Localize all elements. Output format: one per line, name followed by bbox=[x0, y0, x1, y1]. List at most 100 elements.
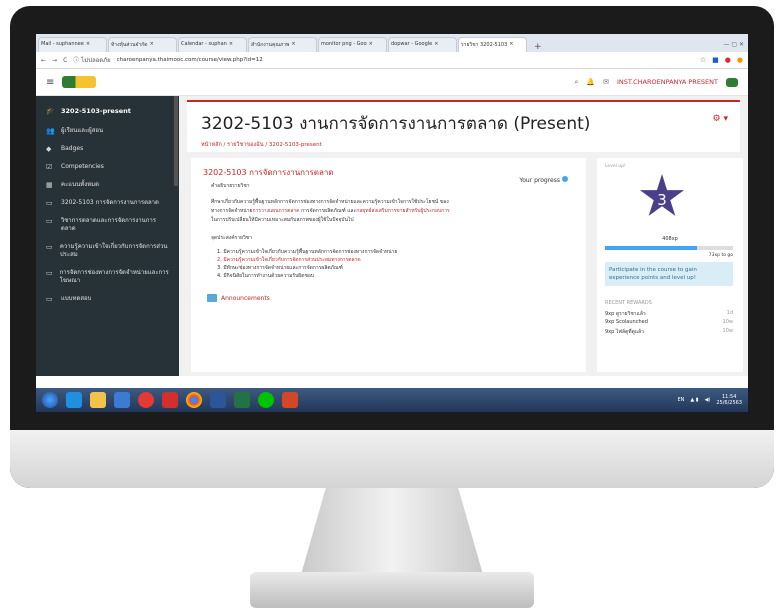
list-item: 4. มีกิจนิสัยในการทำงานด้วยความรับผิดชอบ bbox=[217, 273, 315, 279]
browser-tab[interactable]: สำนักงานคุณภาพ × bbox=[248, 37, 317, 52]
menu-dots-icon[interactable]: ● bbox=[737, 56, 743, 64]
tab-label: Calendar - suphan bbox=[181, 41, 227, 47]
browser-tab[interactable]: Mail - suphannee × bbox=[38, 37, 107, 52]
close-icon[interactable]: × bbox=[509, 41, 513, 52]
drawer-scrollbar[interactable] bbox=[174, 96, 178, 186]
drawer-item-label: Badges bbox=[61, 145, 84, 152]
xp-progress-bar bbox=[605, 246, 733, 250]
app-icon[interactable] bbox=[138, 392, 154, 408]
network-icon[interactable]: ▲ ▮ bbox=[690, 397, 698, 403]
drawer-item-label: แบบทดสอบ bbox=[61, 295, 92, 302]
folder-icon: ▭ bbox=[46, 217, 53, 225]
volume-icon[interactable]: ◀) bbox=[705, 397, 711, 403]
tab-label: Mail - suphannee bbox=[41, 41, 84, 47]
announcements-link[interactable]: Announcements bbox=[207, 294, 574, 302]
progress-indicator: Your progress bbox=[519, 176, 568, 184]
close-icon[interactable]: × bbox=[291, 41, 295, 52]
reward-time: 1d bbox=[726, 310, 733, 316]
user-name[interactable]: INST.CHAROENPANYA PRESENT bbox=[617, 78, 718, 86]
drawer-course[interactable]: 🎓 3202-5103-present bbox=[36, 100, 179, 122]
extension-icon[interactable]: ■ bbox=[712, 56, 719, 64]
page-header: 3202-5103 งานการจัดการงานการตลาด (Presen… bbox=[187, 100, 740, 152]
reward-time: 10w bbox=[722, 319, 733, 325]
close-icon[interactable]: × bbox=[434, 41, 438, 52]
bell-icon[interactable]: 🔔 bbox=[586, 78, 595, 86]
excel-icon[interactable] bbox=[234, 392, 250, 408]
media-icon[interactable] bbox=[114, 392, 130, 408]
browser-tab[interactable]: monitor png - Goo × bbox=[318, 37, 387, 52]
description-line: ทางการจัดจำหน่ายการวางแผนการตลาด การจัดก… bbox=[211, 207, 574, 216]
xp-progress-fill bbox=[605, 246, 698, 250]
drawer-item[interactable]: 👥 ผู้เรียนและผู้สอน bbox=[36, 122, 179, 140]
monitor-base bbox=[250, 572, 534, 608]
window-controls[interactable]: — ▢ ✕ bbox=[719, 41, 748, 52]
drawer-item-label: Competencies bbox=[61, 163, 104, 170]
graduation-cap-icon: 🎓 bbox=[46, 107, 55, 115]
security-indicator[interactable]: ⓘ ไม่ปลอดภัย bbox=[73, 55, 110, 65]
drawer-item[interactable]: ▦ คะแนนทั้งหมด bbox=[36, 176, 179, 194]
drawer-item-label: 3202-5103 การจัดการงานการตลาด bbox=[61, 199, 159, 206]
tab-label: สำนักงานคุณภาพ bbox=[251, 42, 290, 48]
reward-label: Scolaunched bbox=[615, 319, 648, 325]
users-icon: 👥 bbox=[46, 127, 55, 135]
chrome-icon[interactable] bbox=[186, 392, 202, 408]
drawer-item[interactable]: ▭ 3202-5103 การจัดการงานการตลาด bbox=[36, 194, 179, 212]
close-icon[interactable]: × bbox=[229, 41, 233, 52]
avatar[interactable] bbox=[726, 77, 738, 87]
forward-icon[interactable]: → bbox=[52, 57, 57, 64]
close-icon[interactable]: × bbox=[86, 41, 90, 52]
pdf-icon[interactable] bbox=[162, 392, 178, 408]
hamburger-icon[interactable]: ≡ bbox=[46, 77, 54, 88]
star-icon[interactable]: ☆ bbox=[700, 56, 706, 64]
line-icon[interactable] bbox=[258, 392, 274, 408]
list-item: 2. มีความรู้ความเข้าใจเกี่ยวกับการจัดการ… bbox=[217, 257, 361, 263]
drawer-item[interactable]: ◆ Badges bbox=[36, 140, 179, 158]
folder-icon[interactable] bbox=[90, 392, 106, 408]
profile-icon[interactable]: ● bbox=[725, 56, 731, 64]
gear-icon[interactable]: ⚙ ▾ bbox=[713, 114, 728, 124]
drawer-item-label: ความรู้ความเข้าใจเกี่ยวกับการจัดการส่วนป… bbox=[59, 243, 168, 258]
drawer-item-label: วิชาการตลาดและการจัดการงานการตลาด bbox=[60, 217, 156, 232]
reload-icon[interactable]: C bbox=[63, 57, 67, 64]
word-icon[interactable] bbox=[210, 392, 226, 408]
announcements-label: Announcements bbox=[221, 294, 270, 302]
url-field[interactable]: charoenpanya.thaimooc.com/course/view.ph… bbox=[117, 57, 694, 63]
chat-icon[interactable]: ✉ bbox=[603, 78, 609, 86]
reward-xp: 9xp bbox=[605, 329, 615, 335]
drawer-item[interactable]: ▭ วิชาการตลาดและการจัดการงานการตลาด bbox=[36, 212, 179, 238]
description-highlight: กลยุทธ์ส่งเสริมการขายสำหรับผู้ประกอบการ bbox=[356, 208, 450, 214]
help-icon[interactable] bbox=[562, 176, 568, 182]
screen: Mail - suphannee × ห้างหุ้นส่วนจำกัด × Cal… bbox=[36, 34, 748, 412]
monitor-stand bbox=[300, 488, 484, 578]
powerpoint-icon[interactable] bbox=[282, 392, 298, 408]
drawer-item[interactable]: ▭ ความรู้ความเข้าใจเกี่ยวกับการจัดการส่วน… bbox=[36, 238, 179, 264]
browser-tab[interactable]: dopwar - Google × bbox=[388, 37, 457, 52]
close-icon[interactable]: × bbox=[369, 41, 373, 52]
list-item: 3. มีทักษะช่องทางการจัดจำหน่ายและการจัดก… bbox=[217, 265, 343, 271]
badge-icon: ◆ bbox=[46, 145, 52, 153]
breadcrumb[interactable]: หน้าหลัก / รายวิชาของฉัน / 3202-5103-pre… bbox=[201, 141, 726, 149]
ie-icon[interactable] bbox=[66, 392, 82, 408]
start-button[interactable] bbox=[42, 392, 58, 408]
drawer-item-label: การจัดการช่องทางการจัดจำหน่ายและการโฆษณา bbox=[59, 269, 169, 284]
drawer-item[interactable]: ☑ Competencies bbox=[36, 158, 179, 176]
new-tab-button[interactable]: + bbox=[528, 42, 548, 52]
browser-tab[interactable]: Calendar - suphan × bbox=[178, 37, 247, 52]
description-highlight: การวางแผนการตลาด bbox=[252, 208, 300, 214]
browser-tab[interactable]: ห้างหุ้นส่วนจำกัด × bbox=[108, 37, 177, 52]
tab-label: dopwar - Google bbox=[391, 41, 433, 47]
clock[interactable]: 11:54 25/6/2563 bbox=[716, 394, 742, 406]
drawer-item[interactable]: ▭ แบบทดสอบ bbox=[36, 290, 179, 308]
monitor-chin bbox=[10, 430, 774, 488]
close-icon[interactable]: × bbox=[150, 41, 154, 52]
drawer-item-label: ผู้เรียนและผู้สอน bbox=[61, 127, 104, 134]
description-text: ทางการจัดจำหน่าย bbox=[211, 208, 253, 214]
language-indicator[interactable]: EN bbox=[677, 397, 684, 403]
site-logo[interactable] bbox=[62, 76, 97, 88]
back-icon[interactable]: ← bbox=[41, 57, 46, 64]
search-icon[interactable]: ⌕ bbox=[574, 78, 578, 87]
list-item: 1. มีความรู้ความเข้าใจเกี่ยวกับความรู้พื… bbox=[217, 249, 398, 255]
browser-tab-active[interactable]: รายวิชา 3202-5103 × bbox=[458, 37, 527, 52]
recent-rewards-title: RECENT REWARDS bbox=[605, 300, 652, 306]
drawer-item[interactable]: ▭ การจัดการช่องทางการจัดจำหน่ายและการโฆษณ… bbox=[36, 264, 179, 290]
